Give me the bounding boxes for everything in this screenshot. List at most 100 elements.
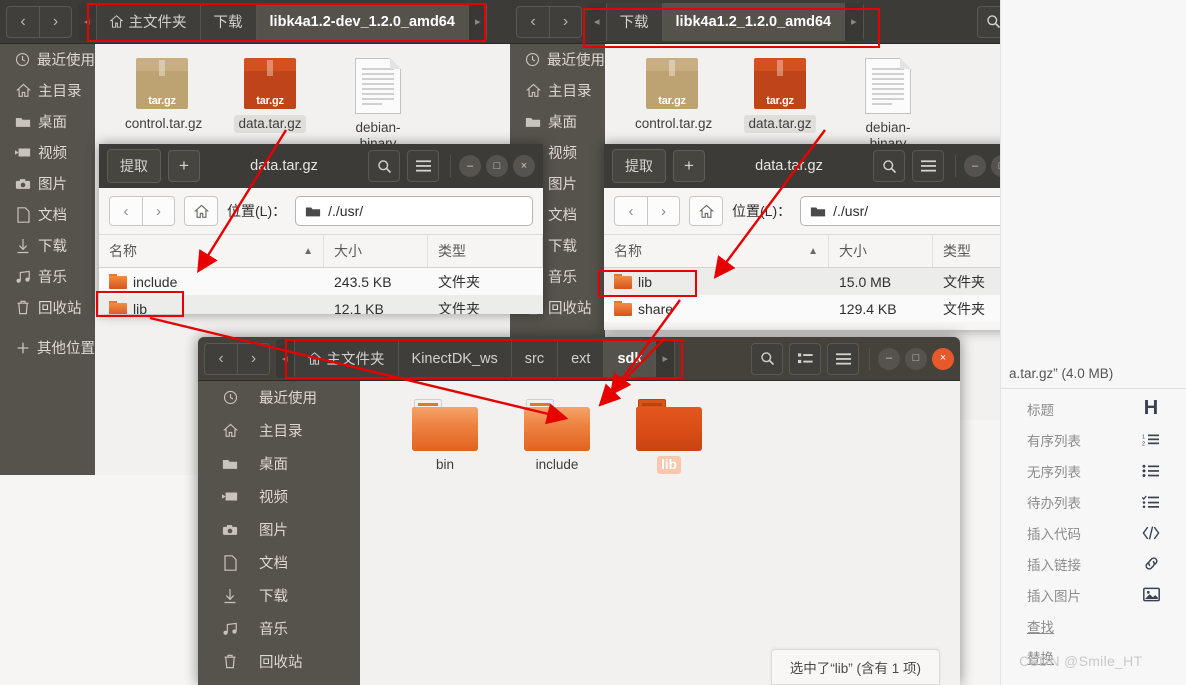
table-row[interactable]: share 129.4 KB 文件夹 [604,295,1048,322]
window-controls-sdk[interactable]: – □ × [869,347,954,370]
column-header-size[interactable]: 大小 [829,235,933,267]
sidebar-item-recent[interactable]: 最近使用 [198,381,360,414]
minimize-button[interactable]: – [459,155,481,177]
archive-nav-buttons[interactable]: ‹ › [614,196,680,226]
sidebar-item-home[interactable]: 主目录 [510,75,605,106]
column-header-type[interactable]: 类型 [428,235,543,267]
close-button[interactable]: × [932,347,954,370]
sidebar-item-home[interactable]: 主目录 [198,414,360,447]
table-row[interactable]: lib 15.0 MB 文件夹 [604,268,1048,295]
hamburger-icon[interactable] [827,342,859,375]
table-row[interactable]: include 243.5 KB 文件夹 [99,268,543,295]
column-headers-right[interactable]: 名称 ▲ 大小 类型 [604,235,1048,268]
breadcrumb-right[interactable]: ◂ 下载 libk4a1.2_1.2.0_amd64 ▸ [588,2,864,41]
sidebar-item-other-locations[interactable]: 其他位置 [0,332,95,363]
search-icon[interactable] [368,150,400,182]
archive-manager-right[interactable]: 提取 + data.tar.gz – □ × ‹ › 位置(L)： /./usr… [604,144,1048,330]
file-item-control-targz[interactable]: tar.gz control.tar.gz [121,58,203,153]
sidebar-item-desktop[interactable]: 桌面 [0,106,95,137]
editor-tool-list[interactable]: 标题 H 有序列表 12 无序列表 待办列表 插入代码 插入链接 插入图片 查找 [1001,393,1186,672]
editor-item-insert-image[interactable]: 插入图片 [1001,579,1186,610]
archive-file-list-left[interactable]: include 243.5 KB 文件夹 lib 12.1 KB 文件夹 [99,268,543,314]
editor-item-heading[interactable]: 标题 H [1001,393,1186,424]
list-view-icon[interactable] [789,342,821,375]
breadcrumb-item-sdk[interactable]: sdk [604,339,657,378]
file-item-control-targz[interactable]: tar.gz control.tar.gz [631,58,713,153]
editor-item-insert-code[interactable]: 插入代码 [1001,517,1186,548]
breadcrumb-sdk[interactable]: ◂ 主文件夹 KinectDK_ws src ext sdk ▸ [276,339,675,378]
breadcrumb-item-kinectdk[interactable]: KinectDK_ws [398,339,512,378]
breadcrumb-item-home[interactable]: 主文件夹 [294,339,399,378]
sidebar-sdk[interactable]: 最近使用 主目录 桌面 视频 图片 文档 下载 音乐 回收站 [198,381,360,685]
editor-item-insert-link[interactable]: 插入链接 [1001,548,1186,579]
sidebar-left[interactable]: 最近使用 主目录 桌面 视频 图片 文档 下载 音乐 回收站 其他位置 [0,44,95,475]
nav-buttons-left[interactable]: ‹ › [6,5,72,38]
file-item-data-targz[interactable]: tar.gz data.tar.gz [739,58,821,153]
sidebar-item-downloads[interactable]: 下载 [198,579,360,612]
sidebar-item-recent[interactable]: 最近使用 [0,44,95,75]
nav-buttons-sdk[interactable]: ‹ › [204,342,270,375]
close-button[interactable]: × [513,155,535,177]
breadcrumb-prev-icon[interactable]: ◂ [588,2,607,41]
home-icon[interactable] [184,196,218,226]
sidebar-item-pictures[interactable]: 图片 [198,513,360,546]
search-icon[interactable] [873,150,905,182]
sidebar-item-home[interactable]: 主目录 [0,75,95,106]
extract-button[interactable]: 提取 [107,149,161,183]
folder-item-bin[interactable]: bin [404,399,486,474]
add-files-button[interactable]: + [673,150,705,182]
back-button[interactable]: ‹ [517,7,549,37]
file-item-debian-binary[interactable]: debian-binary [337,58,419,153]
forward-button[interactable]: › [647,197,679,225]
folder-item-lib[interactable]: lib [628,399,710,474]
nautilus-window-sdk[interactable]: ‹ › ◂ 主文件夹 KinectDK_ws src ext sdk ▸ – □… [198,337,960,685]
breadcrumb-item-downloads[interactable]: 下载 [200,2,257,41]
column-header-name[interactable]: 名称 ▲ [604,235,829,267]
sidebar-item-desktop[interactable]: 桌面 [510,106,605,137]
breadcrumb-prev-icon[interactable]: ◂ [276,339,295,378]
back-button[interactable]: ‹ [110,197,142,225]
column-headers-left[interactable]: 名称 ▲ 大小 类型 [99,235,543,268]
sidebar-item-documents[interactable]: 文档 [0,199,95,230]
breadcrumb-item-src[interactable]: src [511,339,559,378]
archive-manager-left[interactable]: 提取 + data.tar.gz – □ × ‹ › 位置(L)： /./usr… [99,144,543,314]
minimize-button[interactable]: – [964,155,986,177]
editor-item-unordered-list[interactable]: 无序列表 [1001,455,1186,486]
file-item-debian-binary[interactable]: debian-binary [847,58,929,153]
breadcrumb-prev-icon[interactable]: ◂ [78,2,97,41]
sidebar-item-recent[interactable]: 最近使用 [510,44,605,75]
breadcrumb-item-current[interactable]: libk4a1.2_1.2.0_amd64 [662,2,846,41]
sidebar-item-pictures[interactable]: 图片 [0,168,95,199]
maximize-button[interactable]: □ [486,155,508,177]
column-header-name[interactable]: 名称 ▲ [99,235,324,267]
sidebar-item-music[interactable]: 音乐 [0,261,95,292]
forward-button[interactable]: › [237,343,269,374]
sidebar-item-documents[interactable]: 文档 [198,546,360,579]
archive-file-list-right[interactable]: lib 15.0 MB 文件夹 share 129.4 KB 文件夹 [604,268,1048,322]
sidebar-item-music[interactable]: 音乐 [198,612,360,645]
file-area-sdk[interactable]: bin include lib 选中了“lib” (含有 1 项) [360,381,960,685]
sidebar-item-desktop[interactable]: 桌面 [198,447,360,480]
sidebar-item-videos[interactable]: 视频 [0,137,95,168]
search-icon[interactable] [751,342,783,375]
add-files-button[interactable]: + [168,150,200,182]
editor-item-todo-list[interactable]: 待办列表 [1001,486,1186,517]
window-controls[interactable]: – □ × [450,155,535,177]
archive-nav-buttons[interactable]: ‹ › [109,196,175,226]
sidebar-item-trash[interactable]: 回收站 [198,645,360,678]
minimize-button[interactable]: – [878,347,900,370]
hamburger-icon[interactable] [407,150,439,182]
hamburger-icon[interactable] [912,150,944,182]
back-button[interactable]: ‹ [615,197,647,225]
breadcrumb-left[interactable]: ◂ 主文件夹 下载 libk4a1.2-dev_1.2.0_amd64 ▸ [78,2,488,41]
breadcrumb-next-icon[interactable]: ▸ [845,2,864,41]
column-header-size[interactable]: 大小 [324,235,428,267]
breadcrumb-item-downloads[interactable]: 下载 [606,2,663,41]
back-button[interactable]: ‹ [7,7,39,37]
folder-item-include[interactable]: include [516,399,598,474]
back-button[interactable]: ‹ [205,344,237,374]
forward-button[interactable]: › [39,6,71,37]
home-icon[interactable] [689,196,723,226]
forward-button[interactable]: › [142,197,174,225]
breadcrumb-next-icon[interactable]: ▸ [656,339,675,378]
